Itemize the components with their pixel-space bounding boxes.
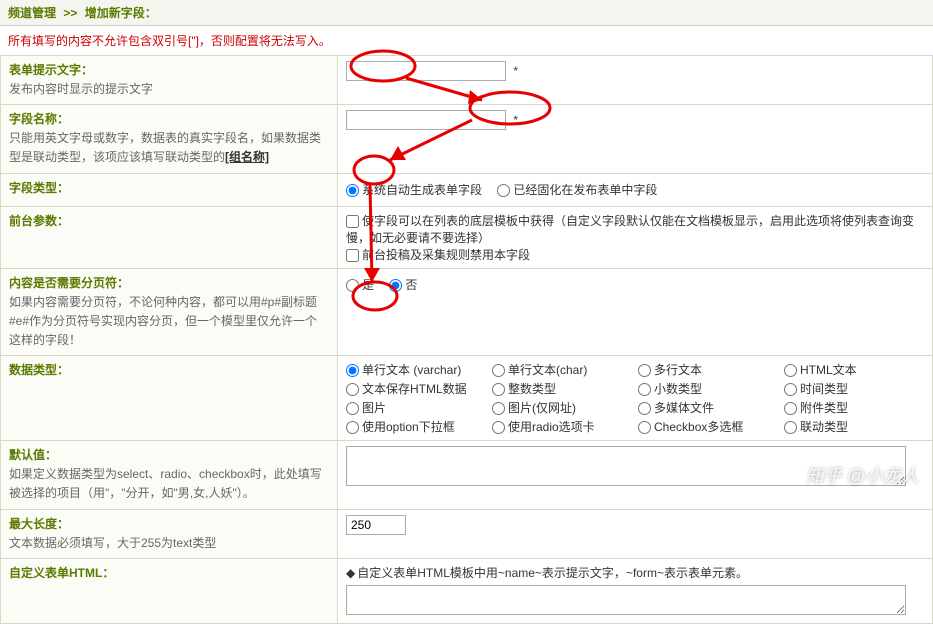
row-formtip-field: * [338, 56, 933, 105]
row-fieldtype-label: 字段类型： [1, 173, 338, 206]
datatype-option[interactable]: 小数类型 [638, 380, 778, 397]
label-title: 最大长度： [9, 515, 329, 532]
datatype-option[interactable]: 多媒体文件 [638, 399, 778, 416]
datatype-option[interactable]: 整数类型 [492, 380, 632, 397]
label-desc: 如果内容需要分页符，不论何种内容，都可以用#p#副标题#e#作为分页符号实现内容… [9, 293, 329, 351]
fieldtype-opt2[interactable]: 已经固化在发布表单中字段 [497, 179, 657, 201]
default-textarea[interactable] [346, 446, 906, 486]
label-title: 内容是否需要分页符： [9, 274, 329, 291]
breadcrumb-a[interactable]: 频道管理 [8, 6, 56, 20]
row-needpage-field: 是 否 [338, 268, 933, 356]
label-title: 字段类型： [9, 179, 329, 196]
row-fieldname-field: * [338, 105, 933, 173]
datatype-option[interactable]: HTML文本 [784, 361, 924, 378]
datatype-option[interactable]: 使用option下拉框 [346, 418, 486, 435]
label-desc: 如果定义数据类型为select、radio、checkbox时，此处填写被选择的… [9, 465, 329, 503]
label-desc: 发布内容时显示的提示文字 [9, 80, 329, 99]
datatype-option[interactable]: 单行文本(char) [492, 361, 632, 378]
row-needpage-label: 内容是否需要分页符： 如果内容需要分页符，不论何种内容，都可以用#p#副标题#e… [1, 268, 338, 356]
diamond-icon: ◆ [346, 566, 355, 580]
datatype-option[interactable]: 时间类型 [784, 380, 924, 397]
label-title: 字段名称： [9, 110, 329, 127]
formtip-input[interactable] [346, 61, 506, 81]
fieldname-input[interactable] [346, 110, 506, 130]
row-maxlen-label: 最大长度： 文本数据必须填写，大于255为text类型 [1, 509, 338, 558]
customhtml-textarea[interactable] [346, 585, 906, 615]
row-fieldtype-field: 系统自动生成表单字段 已经固化在发布表单中字段 [338, 173, 933, 206]
label-title: 数据类型： [9, 361, 329, 378]
frontparam-chk2[interactable]: 前台投稿及采集规则禁用本字段 [346, 248, 530, 262]
maxlen-input[interactable] [346, 515, 406, 535]
label-title: 默认值： [9, 446, 329, 463]
datatype-option[interactable]: 附件类型 [784, 399, 924, 416]
row-default-label: 默认值： 如果定义数据类型为select、radio、checkbox时，此处填… [1, 441, 338, 509]
form-warning: 所有填写的内容不允许包含双引号["]，否则配置将无法写入。 [0, 26, 933, 55]
label-title: 表单提示文字： [9, 61, 329, 78]
customhtml-hint: 自定义表单HTML模板中用~name~表示提示文字，~form~表示表单元素。 [357, 566, 748, 580]
datatype-option[interactable]: 文本保存HTML数据 [346, 380, 486, 397]
datatype-option[interactable]: 图片 [346, 399, 486, 416]
breadcrumb: 频道管理 >> 增加新字段： [0, 0, 933, 26]
datatype-option[interactable]: 使用radio选项卡 [492, 418, 632, 435]
row-formtip-label: 表单提示文字： 发布内容时显示的提示文字 [1, 56, 338, 105]
needpage-no[interactable]: 否 [389, 274, 417, 296]
row-default-field [338, 441, 933, 509]
row-datatype-label: 数据类型： [1, 356, 338, 441]
row-frontparam-field: 使字段可以在列表的底层模板中获得（自定义字段默认仅能在文档模板显示，启用此选项将… [338, 206, 933, 268]
datatype-option[interactable]: 联动类型 [784, 418, 924, 435]
row-customhtml-label: 自定义表单HTML： [1, 558, 338, 623]
required-star: * [513, 64, 518, 78]
groupname-link[interactable]: [组名称] [225, 150, 269, 164]
datatype-option[interactable]: 单行文本 (varchar) [346, 361, 486, 378]
row-customhtml-field: ◆自定义表单HTML模板中用~name~表示提示文字，~form~表示表单元素。 [338, 558, 933, 623]
row-datatype-field: 单行文本 (varchar) 单行文本(char) 多行文本 HTML文本文本保存HT… [338, 356, 933, 441]
row-fieldname-label: 字段名称： 只能用英文字母或数字，数据表的真实字段名，如果数据类型是联动类型，该… [1, 105, 338, 173]
datatype-option[interactable]: 多行文本 [638, 361, 778, 378]
field-form: 表单提示文字： 发布内容时显示的提示文字 * 字段名称： 只能用英文字母或数字，… [0, 55, 933, 624]
label-title: 自定义表单HTML： [9, 564, 329, 581]
datatype-option[interactable]: Checkbox多选框 [638, 418, 778, 435]
fieldtype-opt1[interactable]: 系统自动生成表单字段 [346, 179, 482, 201]
breadcrumb-sep: >> [63, 6, 77, 20]
row-frontparam-label: 前台参数： [1, 206, 338, 268]
label-desc: 只能用英文字母或数字，数据表的真实字段名，如果数据类型是联动类型，该项应该填写联… [9, 129, 329, 167]
needpage-yes[interactable]: 是 [346, 274, 374, 296]
required-star: * [513, 113, 518, 127]
row-maxlen-field [338, 509, 933, 558]
label-title: 前台参数： [9, 212, 329, 229]
label-desc: 文本数据必须填写，大于255为text类型 [9, 534, 329, 553]
breadcrumb-b: 增加新字段 [85, 6, 145, 20]
datatype-option[interactable]: 图片(仅网址) [492, 399, 632, 416]
frontparam-chk1[interactable]: 使字段可以在列表的底层模板中获得（自定义字段默认仅能在文档模板显示，启用此选项将… [346, 214, 914, 245]
